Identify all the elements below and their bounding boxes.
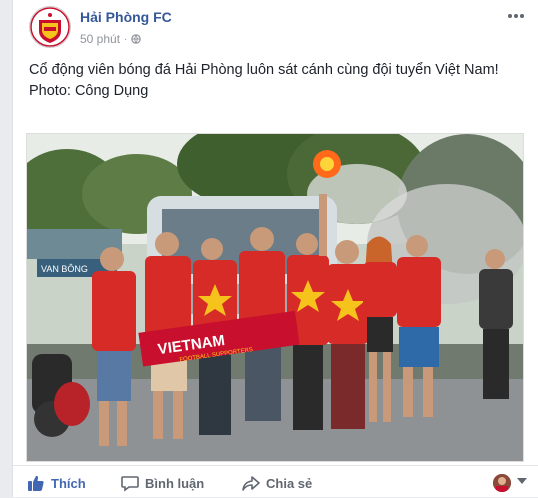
share-label: Chia sẻ <box>266 475 313 491</box>
comment-bubble-icon <box>121 476 139 492</box>
post-text-main: Cổ động viên bóng đá Hải Phòng luôn sát … <box>29 62 499 78</box>
reactor-avatar[interactable] <box>493 474 511 492</box>
post-card: Hải Phòng FC 50 phút · Cổ động viên bóng… <box>12 0 538 497</box>
club-logo-icon <box>30 7 70 47</box>
post-photo-credit: Photo: Công Dụng <box>29 83 149 99</box>
post-message: Cổ động viên bóng đá Hải Phòng luôn sát … <box>29 60 524 102</box>
audience-dropdown-caret[interactable] <box>517 478 527 484</box>
globe-icon[interactable] <box>131 34 142 44</box>
post-actions-bar: Thích Bình luận Chia sẻ <box>13 465 538 498</box>
meta-separator: · <box>124 33 128 45</box>
share-button[interactable]: Chia sẻ <box>242 474 312 492</box>
page-avatar[interactable] <box>29 6 71 48</box>
bus-sign-text: VAN BÔNG <box>41 264 88 274</box>
like-button[interactable]: Thích <box>27 474 86 492</box>
comment-button[interactable]: Bình luận <box>121 474 204 492</box>
more-options-button[interactable] <box>507 6 525 24</box>
post-photo[interactable]: VAN BÔNG VIETNAM FOOTBALL SUPPORTERS <box>26 133 524 462</box>
like-label: Thích <box>51 475 86 491</box>
thumbs-up-icon <box>28 475 44 491</box>
more-horizontal-icon <box>508 14 524 18</box>
comment-label: Bình luận <box>145 475 205 491</box>
fans-photo-image: VAN BÔNG VIETNAM FOOTBALL SUPPORTERS <box>27 134 523 461</box>
user-avatar-icon <box>493 474 511 492</box>
post-meta: 50 phút · <box>80 32 142 46</box>
share-arrow-icon <box>242 476 260 491</box>
page-name-link[interactable]: Hải Phòng FC <box>80 9 172 25</box>
post-time[interactable]: 50 phút <box>80 32 120 46</box>
